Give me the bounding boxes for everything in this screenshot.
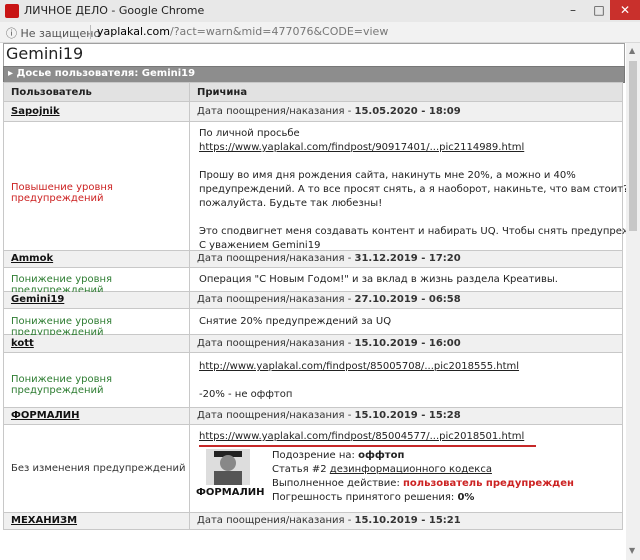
table-row-date: Дата поощрения/наказания - 15.10.2019 - …	[190, 335, 623, 353]
table-row-reason: Операция "С Новым Годом!" и за вклад в ж…	[190, 268, 623, 292]
suspicion-text: Подозрение на: оффтоп	[272, 450, 405, 461]
findpost-link[interactable]: http://www.yaplakal.com/findpost/8500570…	[199, 361, 519, 372]
date-value: 31.12.2019 - 17:20	[354, 253, 461, 264]
user-link[interactable]: МЕХАНИЗМ	[11, 515, 77, 526]
close-button[interactable]: ✕	[610, 0, 640, 20]
action-text: Без изменения предупреждений	[11, 463, 186, 474]
url-text[interactable]: yaplakal.com/?act=warn&mid=477076&CODE=v…	[97, 25, 388, 38]
address-separator	[90, 25, 91, 39]
body-shape	[214, 471, 242, 485]
table-row-action: Повышение уровня предупреждений	[3, 122, 190, 251]
date-value: 15.10.2019 - 15:21	[354, 515, 461, 526]
user-link[interactable]: kott	[11, 338, 34, 349]
table-row-action: Понижение уровня предупреждений	[3, 268, 190, 296]
site-favicon-icon	[5, 4, 19, 18]
date-value: 15.05.2020 - 18:09	[354, 106, 461, 117]
table-row-action: Без изменения предупреждений	[3, 425, 190, 513]
page-content: Gemini19 ▸ Досье пользователя: Gemini19 …	[0, 43, 626, 560]
action-done-text: Выполненное действие: пользователь преду…	[272, 478, 574, 489]
minimize-button[interactable]: –	[560, 0, 586, 20]
table-row-user: kott	[3, 335, 190, 353]
date-value: 27.10.2019 - 06:58	[354, 294, 461, 305]
table-row-user: ФОРМАЛИН	[3, 408, 190, 425]
user-link[interactable]: Gemini19	[11, 294, 64, 305]
action-text: Повышение уровня предупреждений	[11, 182, 113, 204]
avatar[interactable]	[206, 449, 250, 485]
article-text: Статья #2 дезинформационного кодекса	[272, 464, 492, 475]
table-row-date: Дата поощрения/наказания - 27.10.2019 - …	[190, 292, 623, 309]
column-header-reason: Причина	[190, 82, 623, 102]
column-header-user: Пользователь	[3, 82, 190, 102]
scroll-up-icon[interactable]: ▲	[629, 46, 635, 55]
window-title: ЛИЧНОЕ ДЕЛО - Google Chrome	[24, 4, 205, 17]
section-title: ▸ Досье пользователя: Gemini19	[8, 68, 196, 79]
findpost-link[interactable]: https://www.yaplakal.com/findpost/909174…	[199, 142, 524, 153]
user-link[interactable]: Ammok	[11, 253, 53, 264]
address-bar[interactable]: ⓘ Не защищено yaplakal.com/?act=warn&mid…	[0, 22, 640, 43]
table-row-user: Gemini19	[3, 292, 190, 309]
scroll-down-icon[interactable]: ▼	[629, 546, 635, 555]
findpost-link[interactable]: https://www.yaplakal.com/findpost/850045…	[199, 431, 524, 442]
section-bar: ▸ Досье пользователя: Gemini19	[3, 66, 625, 83]
table-row-reason: http://www.yaplakal.com/findpost/8500570…	[190, 353, 623, 408]
highlight-underline	[199, 445, 536, 447]
table-row-user: Ammok	[3, 251, 190, 268]
date-value: 15.10.2019 - 16:00	[354, 338, 461, 349]
codex-link[interactable]: дезинформационного кодекса	[330, 464, 492, 475]
date-value: 15.10.2019 - 15:28	[354, 410, 461, 421]
scrollbar-thumb[interactable]	[629, 61, 637, 231]
table-row-action: Понижение уровня предупреждений	[3, 353, 190, 408]
error-text: Погрешность принятого решения: 0%	[272, 492, 475, 503]
table-row-date: Дата поощрения/наказания - 15.10.2019 - …	[190, 513, 623, 530]
user-link[interactable]: Sapojnik	[11, 106, 60, 117]
table-row-user: МЕХАНИЗМ	[3, 513, 190, 530]
user-link[interactable]: ФОРМАЛИН	[11, 410, 79, 421]
table-row-reason: https://www.yaplakal.com/findpost/850045…	[190, 425, 623, 513]
table-row-user: Sapojnik	[3, 102, 190, 122]
action-text: Понижение уровня предупреждений	[11, 374, 113, 396]
head-shape	[220, 455, 236, 471]
page-title: Gemini19	[6, 44, 84, 63]
table-row-date: Дата поощрения/наказания - 15.10.2019 - …	[190, 408, 623, 425]
maximize-button[interactable]: □	[586, 0, 612, 20]
table-row-date: Дата поощрения/наказания - 31.12.2019 - …	[190, 251, 623, 268]
insecure-label[interactable]: ⓘ Не защищено	[6, 25, 100, 41]
browser-titlebar: ЛИЧНОЕ ДЕЛО - Google Chrome – □ ✕	[0, 0, 640, 23]
info-icon: ⓘ	[6, 27, 17, 40]
table-row-reason: По личной просьбе https://www.yaplakal.c…	[190, 122, 626, 251]
avatar-name: ФОРМАЛИН	[196, 487, 265, 498]
profile-header: Gemini19	[3, 43, 625, 67]
table-row-date: Дата поощрения/наказания - 15.05.2020 - …	[190, 102, 623, 122]
vertical-scrollbar[interactable]: ▲ ▼	[626, 43, 640, 560]
table-row-reason: Снятие 20% предупреждений за UQ	[190, 309, 623, 335]
table-row-action: Понижение уровня предупреждений	[3, 309, 190, 338]
